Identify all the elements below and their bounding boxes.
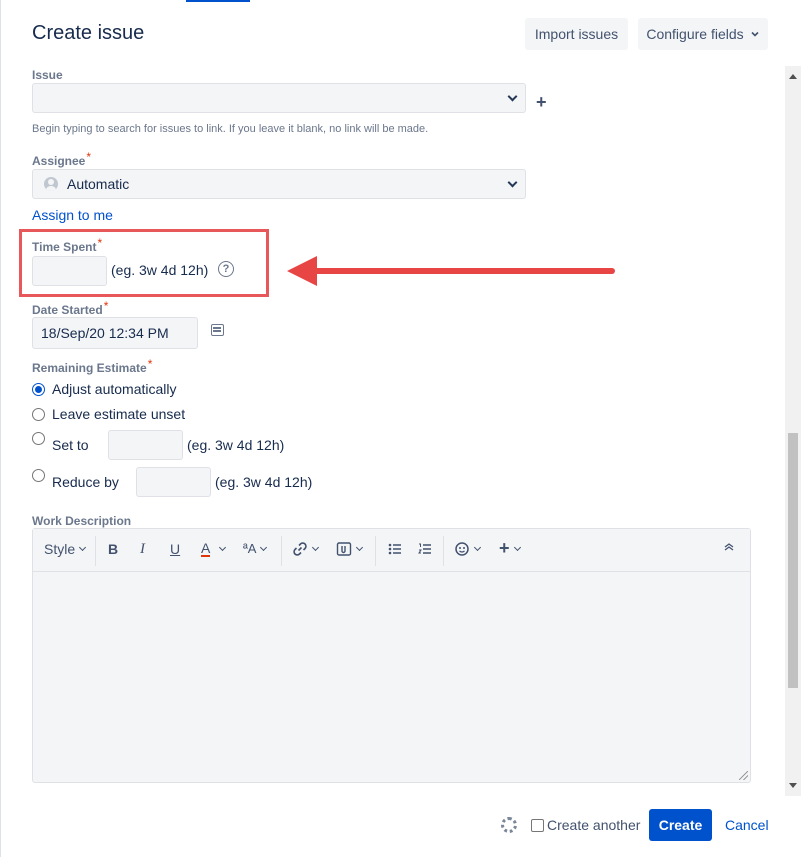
link-button[interactable] bbox=[292, 541, 320, 557]
add-issue-plus-icon[interactable]: + bbox=[536, 92, 547, 113]
create-issue-dialog: Create issue Import issues Configure fie… bbox=[0, 0, 802, 857]
more-formatting-label: ªA bbox=[243, 541, 257, 556]
required-asterisk: * bbox=[86, 150, 92, 164]
text-color-label: A bbox=[201, 540, 211, 557]
emoji-button[interactable] bbox=[454, 541, 482, 557]
radio-set-to[interactable]: Set to bbox=[32, 432, 89, 453]
radio-button[interactable] bbox=[32, 407, 45, 421]
create-another-checkbox[interactable] bbox=[531, 818, 544, 832]
emoji-icon bbox=[455, 542, 469, 556]
avatar-icon bbox=[44, 177, 58, 191]
scroll-thumb[interactable] bbox=[788, 433, 798, 688]
assign-to-me-link[interactable]: Assign to me bbox=[32, 207, 113, 223]
radio-button[interactable] bbox=[32, 382, 45, 396]
style-dropdown-label: Style bbox=[44, 541, 76, 557]
remaining-estimate-label-text: Remaining Estimate bbox=[32, 361, 147, 375]
editor-toolbar: Style B I U A ªA + bbox=[33, 529, 750, 572]
radio-label: Adjust automatically bbox=[52, 381, 177, 397]
chevron-down-icon bbox=[507, 91, 518, 102]
calendar-icon[interactable] bbox=[211, 324, 224, 336]
chevron-down-icon bbox=[751, 31, 759, 37]
chevron-down-icon bbox=[513, 543, 521, 552]
annotation-arrow-shaft bbox=[309, 268, 615, 274]
scroll-down-arrow-icon[interactable] bbox=[789, 783, 797, 788]
resize-handle-icon[interactable] bbox=[739, 771, 748, 780]
chevron-down-icon bbox=[219, 543, 227, 552]
import-issues-button[interactable]: Import issues bbox=[525, 18, 628, 50]
text-color-button[interactable]: A bbox=[201, 540, 227, 557]
attachment-button[interactable] bbox=[336, 541, 364, 557]
set-to-hint: (eg. 3w 4d 12h) bbox=[187, 437, 285, 453]
issue-select[interactable] bbox=[32, 83, 526, 113]
assignee-label: Assignee* bbox=[32, 150, 91, 168]
radio-reduce-by[interactable]: Reduce by bbox=[32, 469, 119, 490]
chevron-down-icon bbox=[311, 543, 320, 552]
reduce-by-hint: (eg. 3w 4d 12h) bbox=[215, 474, 313, 490]
toolbar-separator bbox=[443, 536, 444, 566]
scroll-up-arrow-icon[interactable] bbox=[789, 74, 797, 79]
radio-label: Reduce by bbox=[52, 474, 119, 490]
date-started-input[interactable]: 18/Sep/20 12:34 PM bbox=[32, 317, 198, 349]
numbered-list-icon bbox=[418, 543, 431, 554]
set-to-input[interactable] bbox=[108, 430, 183, 460]
attachment-icon bbox=[336, 542, 352, 556]
link-icon bbox=[293, 542, 307, 556]
radio-adjust-automatically[interactable]: Adjust automatically bbox=[32, 381, 177, 397]
required-asterisk: * bbox=[147, 357, 153, 371]
radio-button[interactable] bbox=[32, 469, 45, 482]
assignee-select[interactable]: Automatic bbox=[32, 169, 526, 199]
work-description-editor[interactable]: Style B I U A ªA + bbox=[32, 528, 751, 783]
bold-button[interactable]: B bbox=[108, 541, 118, 557]
chevron-down-icon bbox=[507, 177, 518, 188]
issue-label: Issue bbox=[32, 68, 63, 82]
create-another-checkbox-row[interactable]: Create another bbox=[531, 817, 640, 833]
configure-fields-label: Configure fields bbox=[646, 26, 744, 42]
reduce-by-input[interactable] bbox=[136, 467, 211, 497]
required-asterisk: * bbox=[103, 299, 109, 313]
chevron-down-icon bbox=[473, 543, 482, 552]
date-started-label: Date Started* bbox=[32, 299, 108, 317]
chevron-down-icon bbox=[79, 543, 87, 552]
dialog-title: Create issue bbox=[32, 22, 145, 44]
dialog-scrollbar[interactable] bbox=[785, 66, 801, 796]
more-formatting-button[interactable]: ªA bbox=[243, 541, 268, 556]
numbered-list-button[interactable] bbox=[417, 541, 433, 557]
create-button[interactable]: Create bbox=[649, 809, 712, 841]
assignee-label-text: Assignee bbox=[32, 154, 86, 168]
configure-fields-button[interactable]: Configure fields bbox=[638, 18, 768, 50]
radio-button[interactable] bbox=[32, 432, 45, 445]
collapse-toolbar-button[interactable] bbox=[723, 541, 735, 553]
insert-more-button[interactable]: + bbox=[499, 538, 521, 559]
assignee-select-value: Automatic bbox=[67, 176, 130, 192]
radio-label: Set to bbox=[52, 437, 89, 453]
work-description-label: Work Description bbox=[32, 514, 132, 528]
chevron-double-up-icon bbox=[724, 543, 734, 551]
chevron-down-icon bbox=[260, 543, 268, 551]
cancel-link[interactable]: Cancel bbox=[725, 817, 769, 833]
remaining-estimate-label: Remaining Estimate* bbox=[32, 357, 152, 375]
chevron-down-icon bbox=[355, 543, 364, 552]
date-started-label-text: Date Started bbox=[32, 303, 103, 317]
italic-button[interactable]: I bbox=[140, 541, 145, 558]
bullet-list-button[interactable] bbox=[387, 541, 403, 557]
radio-label: Leave estimate unset bbox=[52, 406, 186, 422]
toolbar-separator bbox=[375, 536, 376, 566]
style-dropdown[interactable]: Style bbox=[44, 541, 87, 557]
annotation-highlight-box bbox=[19, 229, 269, 297]
underline-button[interactable]: U bbox=[170, 541, 180, 557]
toolbar-separator bbox=[95, 536, 96, 566]
toolbar-separator bbox=[281, 536, 282, 566]
plus-icon: + bbox=[499, 538, 510, 558]
issue-help-text: Begin typing to search for issues to lin… bbox=[32, 123, 429, 135]
dialog-header: Create issue Import issues Configure fie… bbox=[1, 0, 802, 66]
annotation-arrow-head-icon bbox=[287, 256, 317, 286]
create-another-label: Create another bbox=[547, 817, 641, 833]
radio-leave-estimate-unset[interactable]: Leave estimate unset bbox=[32, 406, 185, 422]
bullet-list-icon bbox=[388, 543, 401, 555]
loading-spinner-icon bbox=[501, 817, 517, 833]
